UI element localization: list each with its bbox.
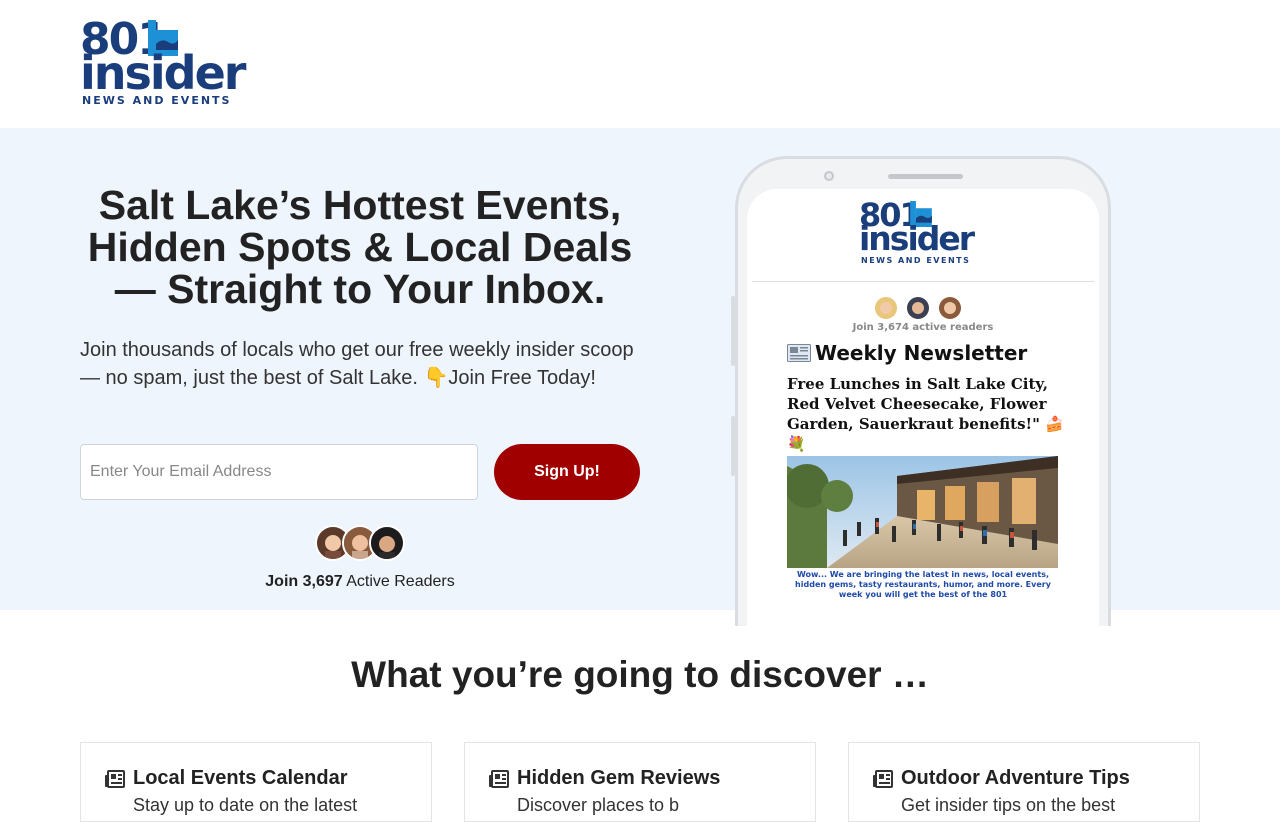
logo-tagline: NEWS AND EVENTS (82, 94, 232, 107)
site-logo[interactable]: 801 insider NEWS AND EVENTS (80, 18, 246, 110)
newspaper-icon (105, 769, 125, 788)
signup-button[interactable]: Sign Up! (494, 444, 640, 500)
feature-card-local-events: Local Events Calendar Stay up to date on… (80, 742, 432, 822)
newsletter-photo (787, 456, 1058, 568)
feature-card-title: Outdoor Adventure Tips (901, 767, 1130, 789)
avatar (873, 295, 899, 321)
site-header: 801 insider NEWS AND EVENTS (0, 0, 1280, 128)
newsletter-title-text: Weekly Newsletter (815, 341, 1028, 365)
logo-insider-text: insider (80, 46, 246, 100)
feature-card-hidden-gems: Hidden Gem Reviews Discover places to b (464, 742, 816, 822)
newspaper-icon (873, 769, 893, 788)
feature-card-desc: Get insider tips on the best (901, 795, 1116, 815)
divider (752, 281, 1094, 282)
readers-count: Join 3,697 Active Readers (80, 573, 640, 591)
phone-mockup: 801 insider NEWS AND EVENTS Join 3,674 a… (735, 156, 1111, 629)
avatar (937, 295, 963, 321)
newsletter-title: Weekly Newsletter (787, 341, 1027, 365)
hero-subtitle: Join thousands of locals who get our fre… (80, 339, 634, 389)
hero-section: Salt Lake’s Hottest Events, Hidden Spots… (0, 128, 1280, 629)
readers-count-number: Join 3,697 (265, 573, 343, 590)
newsletter-logo-tagline: NEWS AND EVENTS (861, 256, 971, 265)
newsletter-caption: Wow... We are bringing the latest in new… (795, 570, 1051, 599)
email-input[interactable] (80, 444, 478, 500)
newsletter-logo: 801 insider NEWS AND EVENTS (859, 199, 989, 269)
hero-title: Salt Lake’s Hottest Events, Hidden Spots… (87, 182, 633, 312)
newsletter-readers-label: active readers (908, 322, 994, 333)
feature-card-title: Local Events Calendar (133, 767, 348, 789)
feature-card-outdoor-tips: Outdoor Adventure Tips Get insider tips … (848, 742, 1200, 822)
reader-avatars (315, 525, 405, 561)
feature-card-desc: Discover places to b (517, 795, 680, 815)
newsletter-readers-count: Join 3,674 active readers (747, 322, 1099, 333)
phone-camera (824, 171, 834, 181)
newsletter-headline: Free Lunches in Salt Lake City, Red Velv… (787, 375, 1064, 453)
newsletter-logo-insider: insider (859, 219, 975, 258)
newsletter-readers-number: Join 3,674 (852, 322, 909, 333)
newsletter-avatars (873, 295, 973, 321)
readers-count-label: Active Readers (342, 573, 455, 590)
feature-card-desc: Stay up to date on the latest (133, 795, 358, 815)
avatar (905, 295, 931, 321)
newspaper-icon (489, 769, 509, 788)
avatar (369, 525, 405, 561)
phone-speaker (888, 174, 963, 179)
discover-title: What you’re going to discover … (351, 654, 929, 695)
newspaper-icon (787, 344, 811, 362)
phone-screen: 801 insider NEWS AND EVENTS Join 3,674 a… (747, 189, 1099, 629)
feature-card-title: Hidden Gem Reviews (517, 767, 721, 789)
